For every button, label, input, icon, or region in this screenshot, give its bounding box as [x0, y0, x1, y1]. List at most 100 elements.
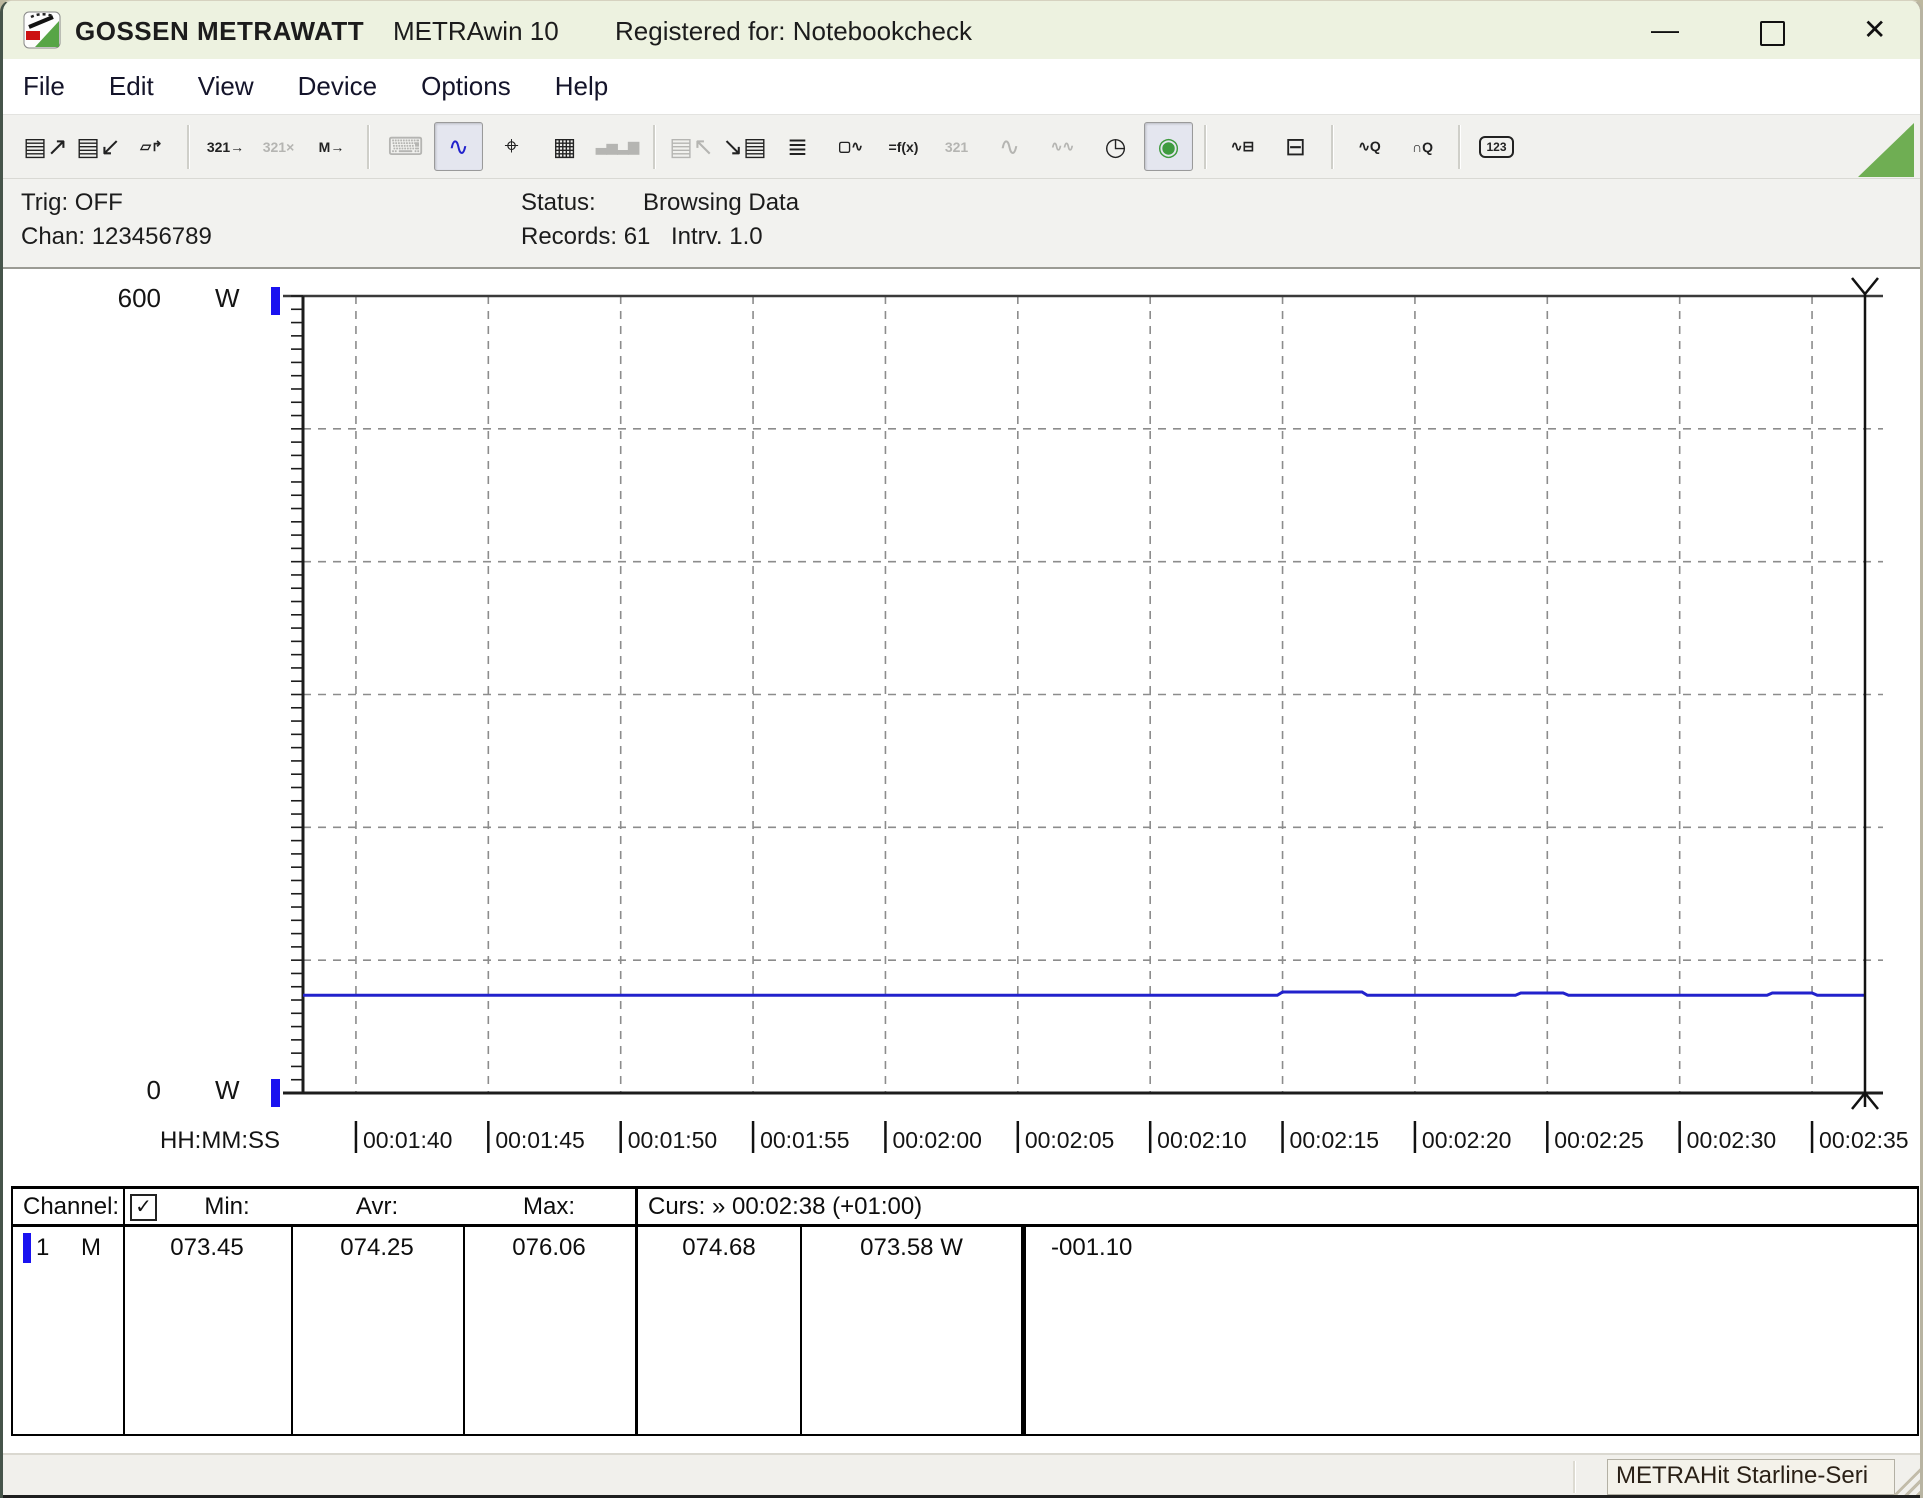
- x-axis-label: HH:MM:SS: [160, 1127, 280, 1155]
- maximize-button[interactable]: [1760, 21, 1785, 46]
- y-axis-min-label: 0: [83, 1075, 161, 1106]
- menu-item-help[interactable]: Help: [555, 71, 608, 102]
- col-header-cursor: Curs: » 00:02:38 (+01:00): [648, 1193, 922, 1221]
- toolbar-separator: [653, 125, 656, 169]
- device-read-icon: ↘▤: [722, 132, 767, 162]
- print-preview-button[interactable]: ∿⊟: [1218, 122, 1267, 171]
- table-view-button[interactable]: ▦: [540, 122, 589, 171]
- sine-dense-button[interactable]: ∿∿: [1038, 122, 1087, 171]
- toolbar-separator: [367, 125, 370, 169]
- menu-item-edit[interactable]: Edit: [109, 71, 154, 102]
- row-max-value: 076.06: [463, 1234, 635, 1262]
- row-channel-mode: M: [81, 1234, 101, 1262]
- table-border: [1917, 1186, 1919, 1436]
- table-border: [123, 1186, 125, 1436]
- app-window: GOSSEN METRAWATT METRAwin 10 Registered …: [0, 0, 1923, 1498]
- x-tick-label: 00:02:30: [1687, 1127, 1777, 1154]
- zoom-wave-in-button[interactable]: ∿Q: [1345, 122, 1394, 171]
- menu-item-file[interactable]: File: [23, 71, 65, 102]
- chart-view-icon: ∿: [448, 132, 469, 162]
- channel-status: Chan: 123456789: [21, 223, 212, 251]
- menu-item-view[interactable]: View: [198, 71, 254, 102]
- minimize-button[interactable]: —: [1651, 15, 1679, 45]
- row-cursor-value: 074.68: [638, 1234, 800, 1262]
- export-save-button[interactable]: ▤↗: [21, 122, 70, 171]
- y-axis-max-label: 600: [83, 283, 161, 314]
- clock-device-button[interactable]: ◷: [1091, 122, 1140, 171]
- sine-single-button[interactable]: ∿: [985, 122, 1034, 171]
- table-border: [11, 1224, 1919, 1227]
- open-file-button[interactable]: ▱↱: [127, 122, 176, 171]
- row-channel-id: 1: [36, 1234, 49, 1262]
- table-border: [11, 1434, 1919, 1436]
- send-m-device-icon: M→: [319, 139, 345, 155]
- device-store-icon: ▤↖: [669, 132, 714, 162]
- gauge-icon: ◉: [1158, 132, 1180, 162]
- status-label: Status:: [521, 189, 596, 217]
- row-avr-value: 074.25: [291, 1234, 463, 1262]
- table-border: [11, 1186, 13, 1436]
- x-tick-label: 00:02:10: [1157, 1127, 1247, 1154]
- y-axis-unit-top: W: [215, 283, 240, 314]
- send-m-device-button[interactable]: M→: [307, 122, 356, 171]
- print-icon: ⊟: [1285, 132, 1306, 162]
- menu-bar: File Edit View Device Options Help: [3, 59, 1920, 115]
- numeric-display-button[interactable]: ⌨: [381, 122, 430, 171]
- disconnect-321-device-icon: 321×: [263, 139, 295, 155]
- menu-item-options[interactable]: Options: [421, 71, 511, 102]
- col-header-channel: Channel:: [23, 1193, 119, 1221]
- app-icon: [23, 11, 61, 49]
- send-321-device-icon: 321→: [207, 139, 244, 155]
- x-tick-label: 00:01:45: [495, 1127, 585, 1154]
- registered-title: Registered for: Notebookcheck: [615, 16, 972, 47]
- x-tick-label: 00:02:15: [1290, 1127, 1380, 1154]
- app-title: METRAwin 10: [393, 16, 559, 47]
- brand-title: GOSSEN METRAWATT: [75, 16, 364, 47]
- histogram-view-icon: ▃▅▂▆: [596, 138, 639, 155]
- device-store-button[interactable]: ▤↖: [667, 122, 716, 171]
- statusbar-divider: [1573, 1461, 1576, 1493]
- gauge-button[interactable]: ◉: [1144, 122, 1193, 171]
- zoom-wave-out-icon: ∩Q: [1412, 139, 1433, 155]
- monitor-wave-button[interactable]: ▢∿: [826, 122, 875, 171]
- device-321-icon: 321: [945, 139, 968, 155]
- trig-status: Trig: OFF: [21, 189, 123, 217]
- device-model-box: METRAHit Starline-Seri: [1607, 1459, 1895, 1495]
- send-321-device-button[interactable]: 321→: [201, 122, 250, 171]
- sine-dense-icon: ∿∿: [1051, 138, 1074, 155]
- zoom-wave-out-button[interactable]: ∩Q: [1398, 122, 1447, 171]
- row-delta-value: -001.10: [1051, 1234, 1132, 1262]
- memory-list-button[interactable]: ≣: [773, 122, 822, 171]
- table-view-icon: ▦: [553, 132, 577, 162]
- x-tick-label: 00:02:20: [1422, 1127, 1512, 1154]
- toolbar-separator: [187, 125, 190, 169]
- channel-checkbox[interactable]: ✓: [130, 1194, 157, 1221]
- toolbar: ▤↗▤↙▱↱ 321→ 321× M→ ⌨ ∿ ⌖ ▦ ▃▅▂▆ ▤↖ ↘▤≣▢∿=f(x) 321 ∿…: [3, 115, 1920, 179]
- interval-status: Intrv. 1.0: [671, 223, 763, 251]
- x-tick-label: 00:01:50: [628, 1127, 718, 1154]
- hint-bubble-button[interactable]: 123: [1472, 122, 1521, 171]
- col-header-max: Max:: [463, 1193, 635, 1221]
- green-corner-triangle-icon: [1858, 123, 1914, 177]
- device-321-button[interactable]: 321: [932, 122, 981, 171]
- col-header-min: Min:: [163, 1193, 291, 1221]
- toolbar-separator: [1458, 125, 1461, 169]
- x-tick-label: 00:02:05: [1025, 1127, 1115, 1154]
- chart-panel[interactable]: 600 W 0 W HH:MM:SS 00:01:4000:01:4500:01…: [3, 271, 1920, 1186]
- channel-marker-top-icon: [271, 287, 280, 315]
- x-tick-label: 00:02:25: [1554, 1127, 1644, 1154]
- menu-item-device[interactable]: Device: [298, 71, 377, 102]
- chart-view-button[interactable]: ∿: [434, 122, 483, 171]
- close-button[interactable]: ✕: [1863, 15, 1886, 45]
- import-save-button[interactable]: ▤↙: [74, 122, 123, 171]
- crosshair-view-button[interactable]: ⌖: [487, 122, 536, 171]
- table-border: [11, 1186, 1919, 1189]
- title-bar: GOSSEN METRAWATT METRAwin 10 Registered …: [3, 1, 1920, 59]
- disconnect-321-device-button[interactable]: 321×: [254, 122, 303, 171]
- function-fx-button[interactable]: =f(x): [879, 122, 928, 171]
- device-read-button[interactable]: ↘▤: [720, 122, 769, 171]
- print-button[interactable]: ⊟: [1271, 122, 1320, 171]
- row-channel-marker-icon: [23, 1233, 31, 1263]
- histogram-view-button[interactable]: ▃▅▂▆: [593, 122, 642, 171]
- crosshair-view-icon: ⌖: [504, 132, 518, 161]
